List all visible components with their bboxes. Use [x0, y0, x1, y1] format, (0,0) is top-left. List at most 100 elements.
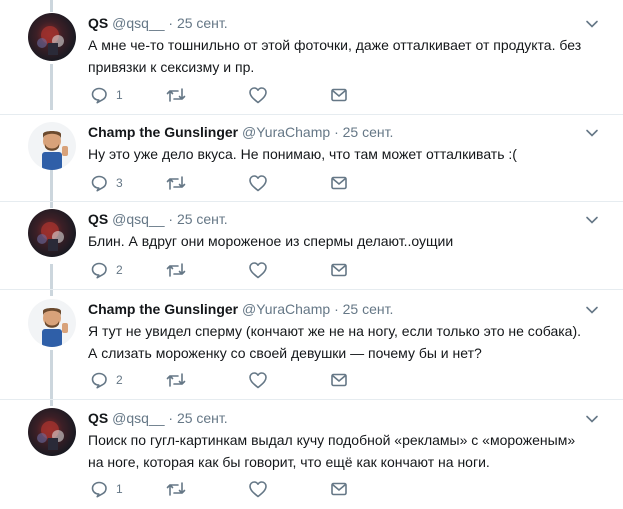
- user-name[interactable]: QS: [88, 211, 108, 227]
- heart-icon: [249, 262, 267, 279]
- chevron-down-icon[interactable]: [585, 126, 599, 140]
- tweet-header: QS @qsq__ · 25 сент.: [88, 408, 228, 428]
- reply-icon: [91, 87, 107, 104]
- user-handle[interactable]: @qsq__: [112, 410, 164, 426]
- retweet-button[interactable]: [166, 86, 186, 104]
- tweet[interactable]: Champ the Gunslinger @YuraChamp · 25 сен…: [0, 122, 623, 208]
- user-name[interactable]: QS: [88, 410, 108, 426]
- mail-icon: [331, 88, 347, 102]
- message-button[interactable]: [330, 261, 348, 279]
- like-button[interactable]: [248, 261, 268, 279]
- user-handle[interactable]: @YuraChamp: [242, 301, 330, 317]
- thread-line: [50, 0, 53, 12]
- message-button[interactable]: [330, 371, 348, 389]
- like-button[interactable]: [248, 480, 268, 498]
- retweet-icon: [166, 482, 186, 496]
- tweet-date[interactable]: 25 сент.: [343, 124, 394, 140]
- chevron-down-icon[interactable]: [585, 17, 599, 31]
- retweet-icon: [166, 373, 186, 387]
- message-button[interactable]: [330, 86, 348, 104]
- chevron-down-icon[interactable]: [585, 412, 599, 426]
- heart-icon: [249, 87, 267, 104]
- separator-dot: ·: [168, 15, 174, 31]
- message-button[interactable]: [330, 174, 348, 192]
- tweet-date[interactable]: 25 сент.: [177, 410, 228, 426]
- qs-avatar-icon: [37, 26, 64, 55]
- tweet-header: QS @qsq__ · 25 сент.: [88, 13, 228, 33]
- like-button[interactable]: [248, 86, 268, 104]
- separator-dot: ·: [168, 211, 174, 227]
- tweet-date[interactable]: 25 сент.: [177, 15, 228, 31]
- user-name[interactable]: QS: [88, 15, 108, 31]
- reply-icon: [91, 175, 107, 192]
- tweet-text: Ну это уже дело вкуса. Не понимаю, что т…: [88, 146, 517, 162]
- reply-count: 1: [116, 88, 123, 102]
- tweet[interactable]: QS @qsq__ · 25 сент. Поиск по гугл-карти…: [0, 408, 623, 508]
- reply-button[interactable]: 2: [90, 371, 123, 389]
- tweet-date[interactable]: 25 сент.: [343, 301, 394, 317]
- tweet-header: QS @qsq__ · 25 сент.: [88, 209, 228, 229]
- avatar[interactable]: [28, 13, 76, 61]
- separator: [0, 114, 623, 115]
- separator-dot: ·: [168, 410, 174, 426]
- qs-avatar-icon: [37, 421, 64, 450]
- heart-icon: [249, 372, 267, 389]
- reply-count: 2: [116, 373, 123, 387]
- reply-button[interactable]: 3: [90, 174, 123, 192]
- tweet-text: Я тут не увидел сперму (кончают же не на…: [88, 323, 581, 361]
- tweet-text: А мне че-то тошнильно от этой фоточки, д…: [88, 37, 582, 75]
- tweet-date[interactable]: 25 сент.: [177, 211, 228, 227]
- retweet-button[interactable]: [166, 174, 186, 192]
- tweet-header: Champ the Gunslinger @YuraChamp · 25 сен…: [88, 122, 393, 142]
- chevron-down-icon[interactable]: [585, 213, 599, 227]
- like-button[interactable]: [248, 174, 268, 192]
- like-button[interactable]: [248, 371, 268, 389]
- mail-icon: [331, 176, 347, 190]
- chevron-down-icon[interactable]: [585, 303, 599, 317]
- separator: [0, 399, 623, 400]
- retweet-icon: [166, 176, 186, 190]
- separator: [0, 289, 623, 290]
- tweet[interactable]: Champ the Gunslinger @YuraChamp · 25 сен…: [0, 299, 623, 399]
- reply-icon: [91, 262, 107, 279]
- retweet-button[interactable]: [166, 371, 186, 389]
- avatar[interactable]: [28, 408, 76, 456]
- retweet-icon: [166, 88, 186, 102]
- avatar[interactable]: [28, 122, 76, 170]
- separator: [0, 201, 623, 202]
- separator-dot: ·: [334, 124, 339, 140]
- user-name[interactable]: Champ the Gunslinger: [88, 124, 238, 140]
- reply-icon: [91, 481, 107, 498]
- heart-icon: [249, 175, 267, 192]
- retweet-button[interactable]: [166, 261, 186, 279]
- reply-button[interactable]: 1: [90, 86, 123, 104]
- reply-count: 1: [116, 482, 123, 496]
- avatar[interactable]: [28, 209, 76, 257]
- user-handle[interactable]: @YuraChamp: [242, 124, 330, 140]
- reply-icon: [91, 372, 107, 389]
- heart-icon: [249, 481, 267, 498]
- tweet[interactable]: QS @qsq__ · 25 сент. А мне че-то тошниль…: [0, 13, 623, 113]
- avatar[interactable]: [28, 299, 76, 347]
- mail-icon: [331, 373, 347, 387]
- user-handle[interactable]: @qsq__: [112, 15, 164, 31]
- tweet-text: Блин. А вдруг они мороженое из спермы де…: [88, 233, 454, 249]
- retweet-icon: [166, 263, 186, 277]
- user-name[interactable]: Champ the Gunslinger: [88, 301, 238, 317]
- separator-dot: ·: [334, 301, 339, 317]
- message-button[interactable]: [330, 480, 348, 498]
- tweet-text: Поиск по гугл-картинкам выдал кучу подоб…: [88, 432, 576, 470]
- user-handle[interactable]: @qsq__: [112, 211, 164, 227]
- mail-icon: [331, 263, 347, 277]
- retweet-button[interactable]: [166, 480, 186, 498]
- reply-count: 2: [116, 263, 123, 277]
- reply-count: 3: [116, 176, 123, 190]
- champ-avatar-icon: [42, 308, 68, 347]
- tweet-header: Champ the Gunslinger @YuraChamp · 25 сен…: [88, 299, 393, 319]
- champ-avatar-icon: [42, 131, 68, 170]
- reply-button[interactable]: 2: [90, 261, 123, 279]
- reply-button[interactable]: 1: [90, 480, 123, 498]
- qs-avatar-icon: [37, 222, 64, 251]
- mail-icon: [331, 482, 347, 496]
- tweet[interactable]: QS @qsq__ · 25 сент. Блин. А вдруг они м…: [0, 209, 623, 295]
